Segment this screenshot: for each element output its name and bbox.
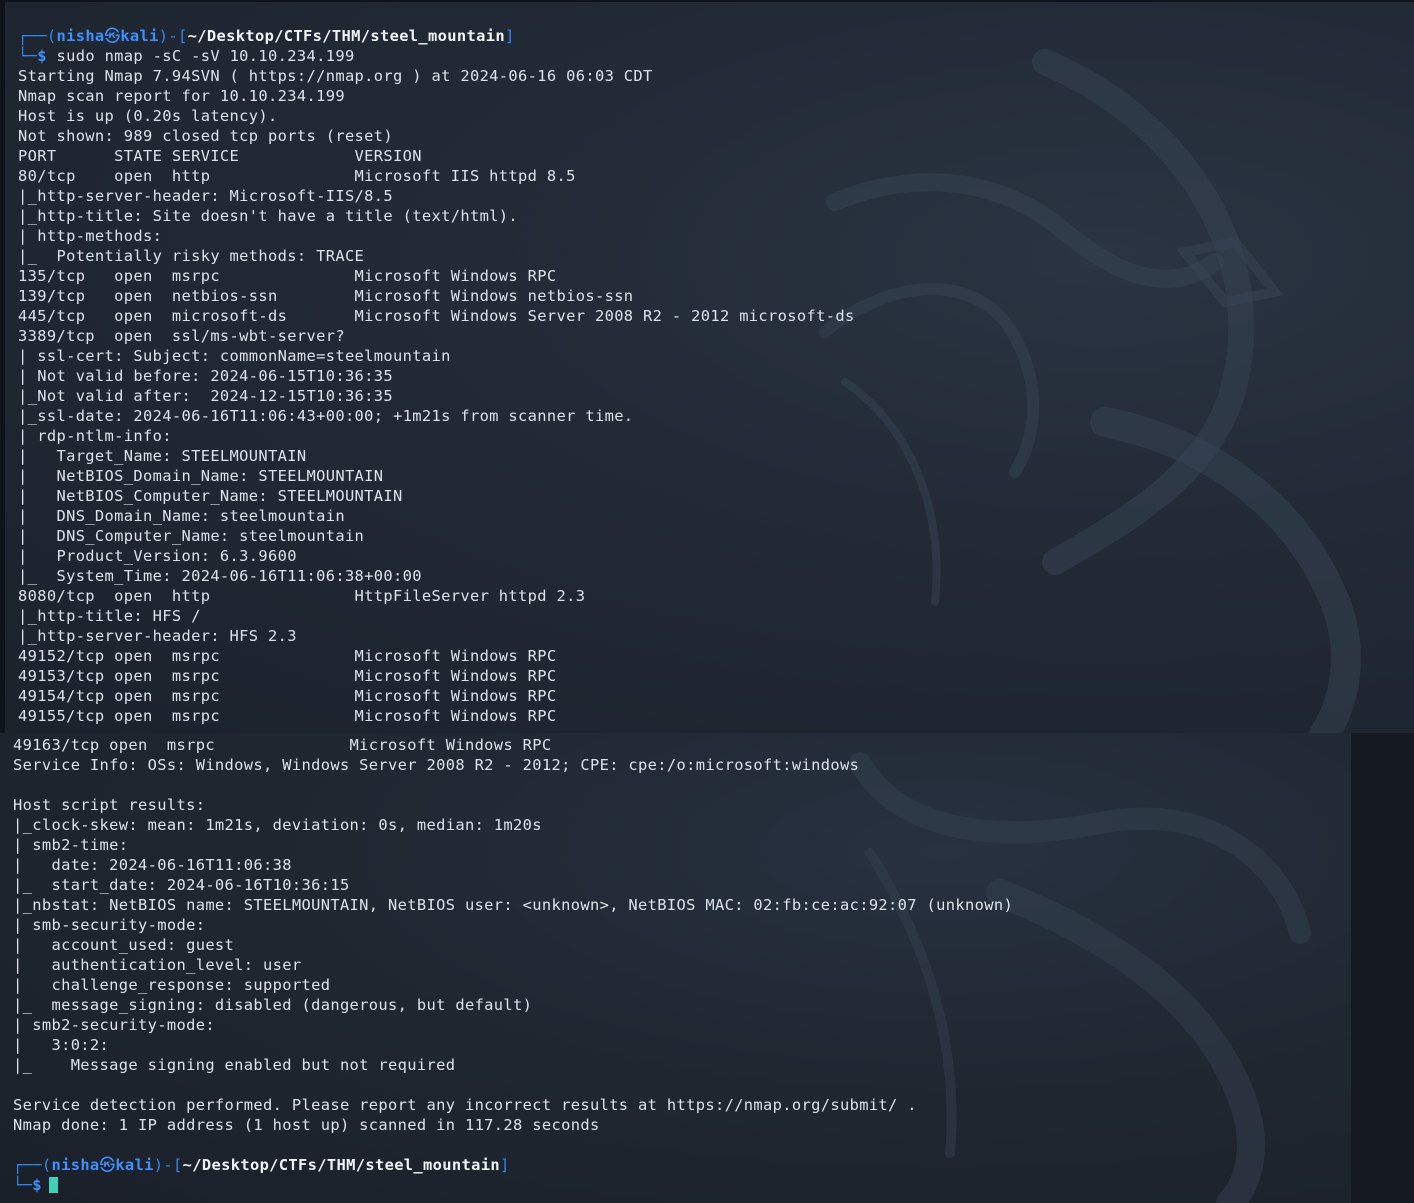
terminal-output-top: ┌──(nisha㉿kali)-[~/Desktop/CTFs/THM/stee… xyxy=(18,26,1414,726)
prompt-host: kali xyxy=(120,27,159,45)
output-line: Host is up (0.20s latency). xyxy=(18,107,278,125)
output-line: 3389/tcp open ssl/ms-wbt-server? xyxy=(18,327,345,345)
prompt-user: nisha xyxy=(56,27,105,45)
output-line: |_http-title: HFS / xyxy=(18,607,201,625)
output-line: | Not valid before: 2024-06-15T10:36:35 xyxy=(18,367,394,385)
output-line: | account_used: guest xyxy=(13,936,235,954)
output-line: |_ start_date: 2024-06-16T10:36:15 xyxy=(13,876,350,894)
terminal-window-top[interactable]: ┌──(nisha㉿kali)-[~/Desktop/CTFs/THM/stee… xyxy=(5,2,1414,733)
output-line: | smb2-security-mode: xyxy=(13,1016,215,1034)
output-line: |_clock-skew: mean: 1m21s, deviation: 0s… xyxy=(13,816,542,834)
kali-skull-icon: ㉿ xyxy=(99,1156,116,1174)
output-line: |_ssl-date: 2024-06-16T11:06:43+00:00; +… xyxy=(18,407,634,425)
output-line: | 3:0:2: xyxy=(13,1036,110,1054)
output-line: | http-methods: xyxy=(18,227,163,245)
output-line: |_Not valid after: 2024-12-15T10:36:35 xyxy=(18,387,394,405)
output-line: 49154/tcp open msrpc Microsoft Windows R… xyxy=(18,687,557,705)
output-line: 80/tcp open http Microsoft IIS httpd 8.5 xyxy=(18,167,576,185)
prompt-command-line: └─$ sudo nmap -sC -sV 10.10.234.199 xyxy=(18,47,355,65)
output-line: | Product_Version: 6.3.9600 xyxy=(18,547,297,565)
output-line: 445/tcp open microsoft-ds Microsoft Wind… xyxy=(18,307,855,325)
output-line: | authentication_level: user xyxy=(13,956,302,974)
prompt-header: ┌──(nisha㉿kali)-[~/Desktop/CTFs/THM/stee… xyxy=(13,1156,510,1174)
output-line: 49153/tcp open msrpc Microsoft Windows R… xyxy=(18,667,557,685)
output-line: | smb2-time: xyxy=(13,836,129,854)
output-line: | date: 2024-06-16T11:06:38 xyxy=(13,856,292,874)
output-line: Host script results: xyxy=(13,796,206,814)
output-line: | ssl-cert: Subject: commonName=steelmou… xyxy=(18,347,451,365)
output-line: | smb-security-mode: xyxy=(13,916,206,934)
output-line: 139/tcp open netbios-ssn Microsoft Windo… xyxy=(18,287,634,305)
output-line: 135/tcp open msrpc Microsoft Windows RPC xyxy=(18,267,557,285)
output-line: 49163/tcp open msrpc Microsoft Windows R… xyxy=(13,736,552,754)
prompt-header: ┌──(nisha㉿kali)-[~/Desktop/CTFs/THM/stee… xyxy=(18,27,515,45)
prompt-cwd: ~/Desktop/CTFs/THM/steel_mountain xyxy=(182,1156,500,1174)
output-line: Starting Nmap 7.94SVN ( https://nmap.org… xyxy=(18,67,653,85)
prompt-cwd: ~/Desktop/CTFs/THM/steel_mountain xyxy=(187,27,505,45)
output-line: | challenge_response: supported xyxy=(13,976,331,994)
output-line: | NetBIOS_Domain_Name: STEELMOUNTAIN xyxy=(18,467,384,485)
kali-skull-icon: ㉿ xyxy=(104,27,121,45)
command-text: sudo nmap -sC -sV 10.10.234.199 xyxy=(56,47,355,65)
output-line: |_ Message signing enabled but not requi… xyxy=(13,1056,456,1074)
output-line: | rdp-ntlm-info: xyxy=(18,427,172,445)
output-line: |_http-title: Site doesn't have a title … xyxy=(18,207,519,225)
prompt-symbol: $ xyxy=(32,1176,42,1194)
output-line: 49155/tcp open msrpc Microsoft Windows R… xyxy=(18,707,557,725)
prompt-user: nisha xyxy=(51,1156,100,1174)
background-strip xyxy=(1351,733,1414,1203)
output-line: 8080/tcp open http HttpFileServer httpd … xyxy=(18,587,586,605)
prompt-symbol: $ xyxy=(37,47,47,65)
output-line: Nmap done: 1 IP address (1 host up) scan… xyxy=(13,1116,600,1134)
output-line: | DNS_Domain_Name: steelmountain xyxy=(18,507,345,525)
output-line: 49152/tcp open msrpc Microsoft Windows R… xyxy=(18,647,557,665)
output-line: | Target_Name: STEELMOUNTAIN xyxy=(18,447,307,465)
output-line: | NetBIOS_Computer_Name: STEELMOUNTAIN xyxy=(18,487,403,505)
output-line: | DNS_Computer_Name: steelmountain xyxy=(18,527,365,545)
output-line: |_ Potentially risky methods: TRACE xyxy=(18,247,365,265)
output-line: |_http-server-header: Microsoft-IIS/8.5 xyxy=(18,187,394,205)
output-line: Service Info: OSs: Windows, Windows Serv… xyxy=(13,756,860,774)
output-line: |_ System_Time: 2024-06-16T11:06:38+00:0… xyxy=(18,567,422,585)
text-cursor[interactable] xyxy=(48,1177,58,1193)
prompt-input-line[interactable]: └─$ xyxy=(13,1175,1351,1195)
output-line: |_nbstat: NetBIOS name: STEELMOUNTAIN, N… xyxy=(13,896,1014,914)
output-line: PORT STATE SERVICE VERSION xyxy=(18,147,422,165)
output-line: Service detection performed. Please repo… xyxy=(13,1096,917,1114)
output-line: |_ message_signing: disabled (dangerous,… xyxy=(13,996,533,1014)
output-line: |_http-server-header: HFS 2.3 xyxy=(18,627,297,645)
terminal-window-bottom[interactable]: 49163/tcp open msrpc Microsoft Windows R… xyxy=(0,733,1351,1203)
prompt-host: kali xyxy=(115,1156,154,1174)
output-line: Nmap scan report for 10.10.234.199 xyxy=(18,87,345,105)
terminal-output-bottom: 49163/tcp open msrpc Microsoft Windows R… xyxy=(13,735,1351,1195)
output-line: Not shown: 989 closed tcp ports (reset) xyxy=(18,127,394,145)
